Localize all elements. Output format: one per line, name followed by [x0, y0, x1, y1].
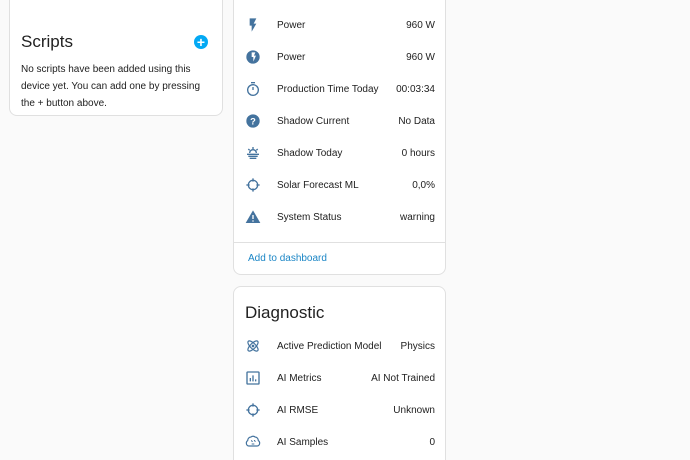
entity-value: AI Not Trained — [371, 372, 435, 384]
entity-label: Production Time Today — [277, 83, 379, 95]
entity-row-shadow-today[interactable]: Shadow Today 0 hours — [234, 137, 445, 169]
scripts-description: No scripts have been added using this de… — [21, 64, 201, 109]
scripts-title: Scripts — [21, 32, 73, 51]
entity-label: AI Metrics — [277, 372, 322, 384]
weather-hazy-icon — [245, 145, 261, 161]
alert-icon — [245, 209, 261, 225]
entity-label: Power — [277, 19, 306, 31]
crosshairs-icon — [245, 177, 261, 193]
entity-row-ai-rmse[interactable]: AI RMSE Unknown — [234, 394, 445, 426]
entity-label: Power — [277, 51, 306, 63]
entity-label: AI Samples — [277, 436, 329, 448]
entity-row-ai-samples[interactable]: AI Samples 0 — [234, 426, 445, 458]
entity-row-shadow-current[interactable]: ? Shadow Current No Data — [234, 105, 445, 137]
help-circle-icon: ? — [245, 113, 261, 129]
timer-icon — [245, 81, 261, 97]
entity-value: No Data — [398, 115, 435, 127]
entity-label: AI RMSE — [277, 404, 319, 416]
entity-row-power[interactable]: Power 960 W — [234, 9, 445, 41]
diagnostic-title: Diagnostic — [245, 303, 325, 322]
entity-row-solar-forecast[interactable]: Solar Forecast ML 0,0% — [234, 169, 445, 201]
entity-label: Shadow Current — [277, 115, 350, 127]
entities-card: Power 960 W Power 960 W Production Time … — [233, 0, 446, 275]
add-script-button[interactable]: + — [194, 35, 208, 49]
chart-box-icon — [245, 370, 261, 386]
entity-label: Shadow Today — [277, 147, 343, 159]
entity-value: 0 hours — [401, 147, 435, 159]
entity-value: 00:03:34 — [396, 83, 435, 95]
flash-icon — [245, 17, 261, 33]
entity-label: Solar Forecast ML — [277, 179, 359, 191]
entity-value: 960 W — [406, 51, 435, 63]
svg-text:?: ? — [250, 116, 256, 126]
entity-row-production-time[interactable]: Production Time Today 00:03:34 — [234, 73, 445, 105]
card-divider — [234, 242, 445, 243]
add-to-dashboard-link[interactable]: Add to dashboard — [248, 253, 327, 264]
flash-circle-icon — [245, 49, 261, 65]
brain-icon — [245, 434, 261, 450]
plus-circle-icon: + — [196, 34, 206, 50]
entity-value: Physics — [400, 340, 435, 352]
entity-row-power-2[interactable]: Power 960 W — [234, 41, 445, 73]
entity-value: 960 W — [406, 19, 435, 31]
entity-row-active-prediction-model[interactable]: Active Prediction Model Physics — [234, 330, 445, 362]
diagnostic-card: Diagnostic Active Prediction Model Physi… — [233, 286, 446, 460]
entity-value: 0,0% — [412, 179, 435, 191]
entity-row-system-status[interactable]: System Status warning — [234, 201, 445, 233]
entity-row-ai-metrics[interactable]: AI Metrics AI Not Trained — [234, 362, 445, 394]
entity-label: Active Prediction Model — [277, 340, 382, 352]
scripts-card: Scripts + No scripts have been added usi… — [9, 0, 223, 116]
entity-value: Unknown — [393, 404, 435, 416]
crosshairs-icon — [245, 402, 261, 418]
atom-icon — [245, 338, 261, 354]
entity-value: warning — [399, 211, 435, 223]
entity-label: System Status — [277, 211, 342, 223]
entity-value: 0 — [429, 436, 435, 448]
